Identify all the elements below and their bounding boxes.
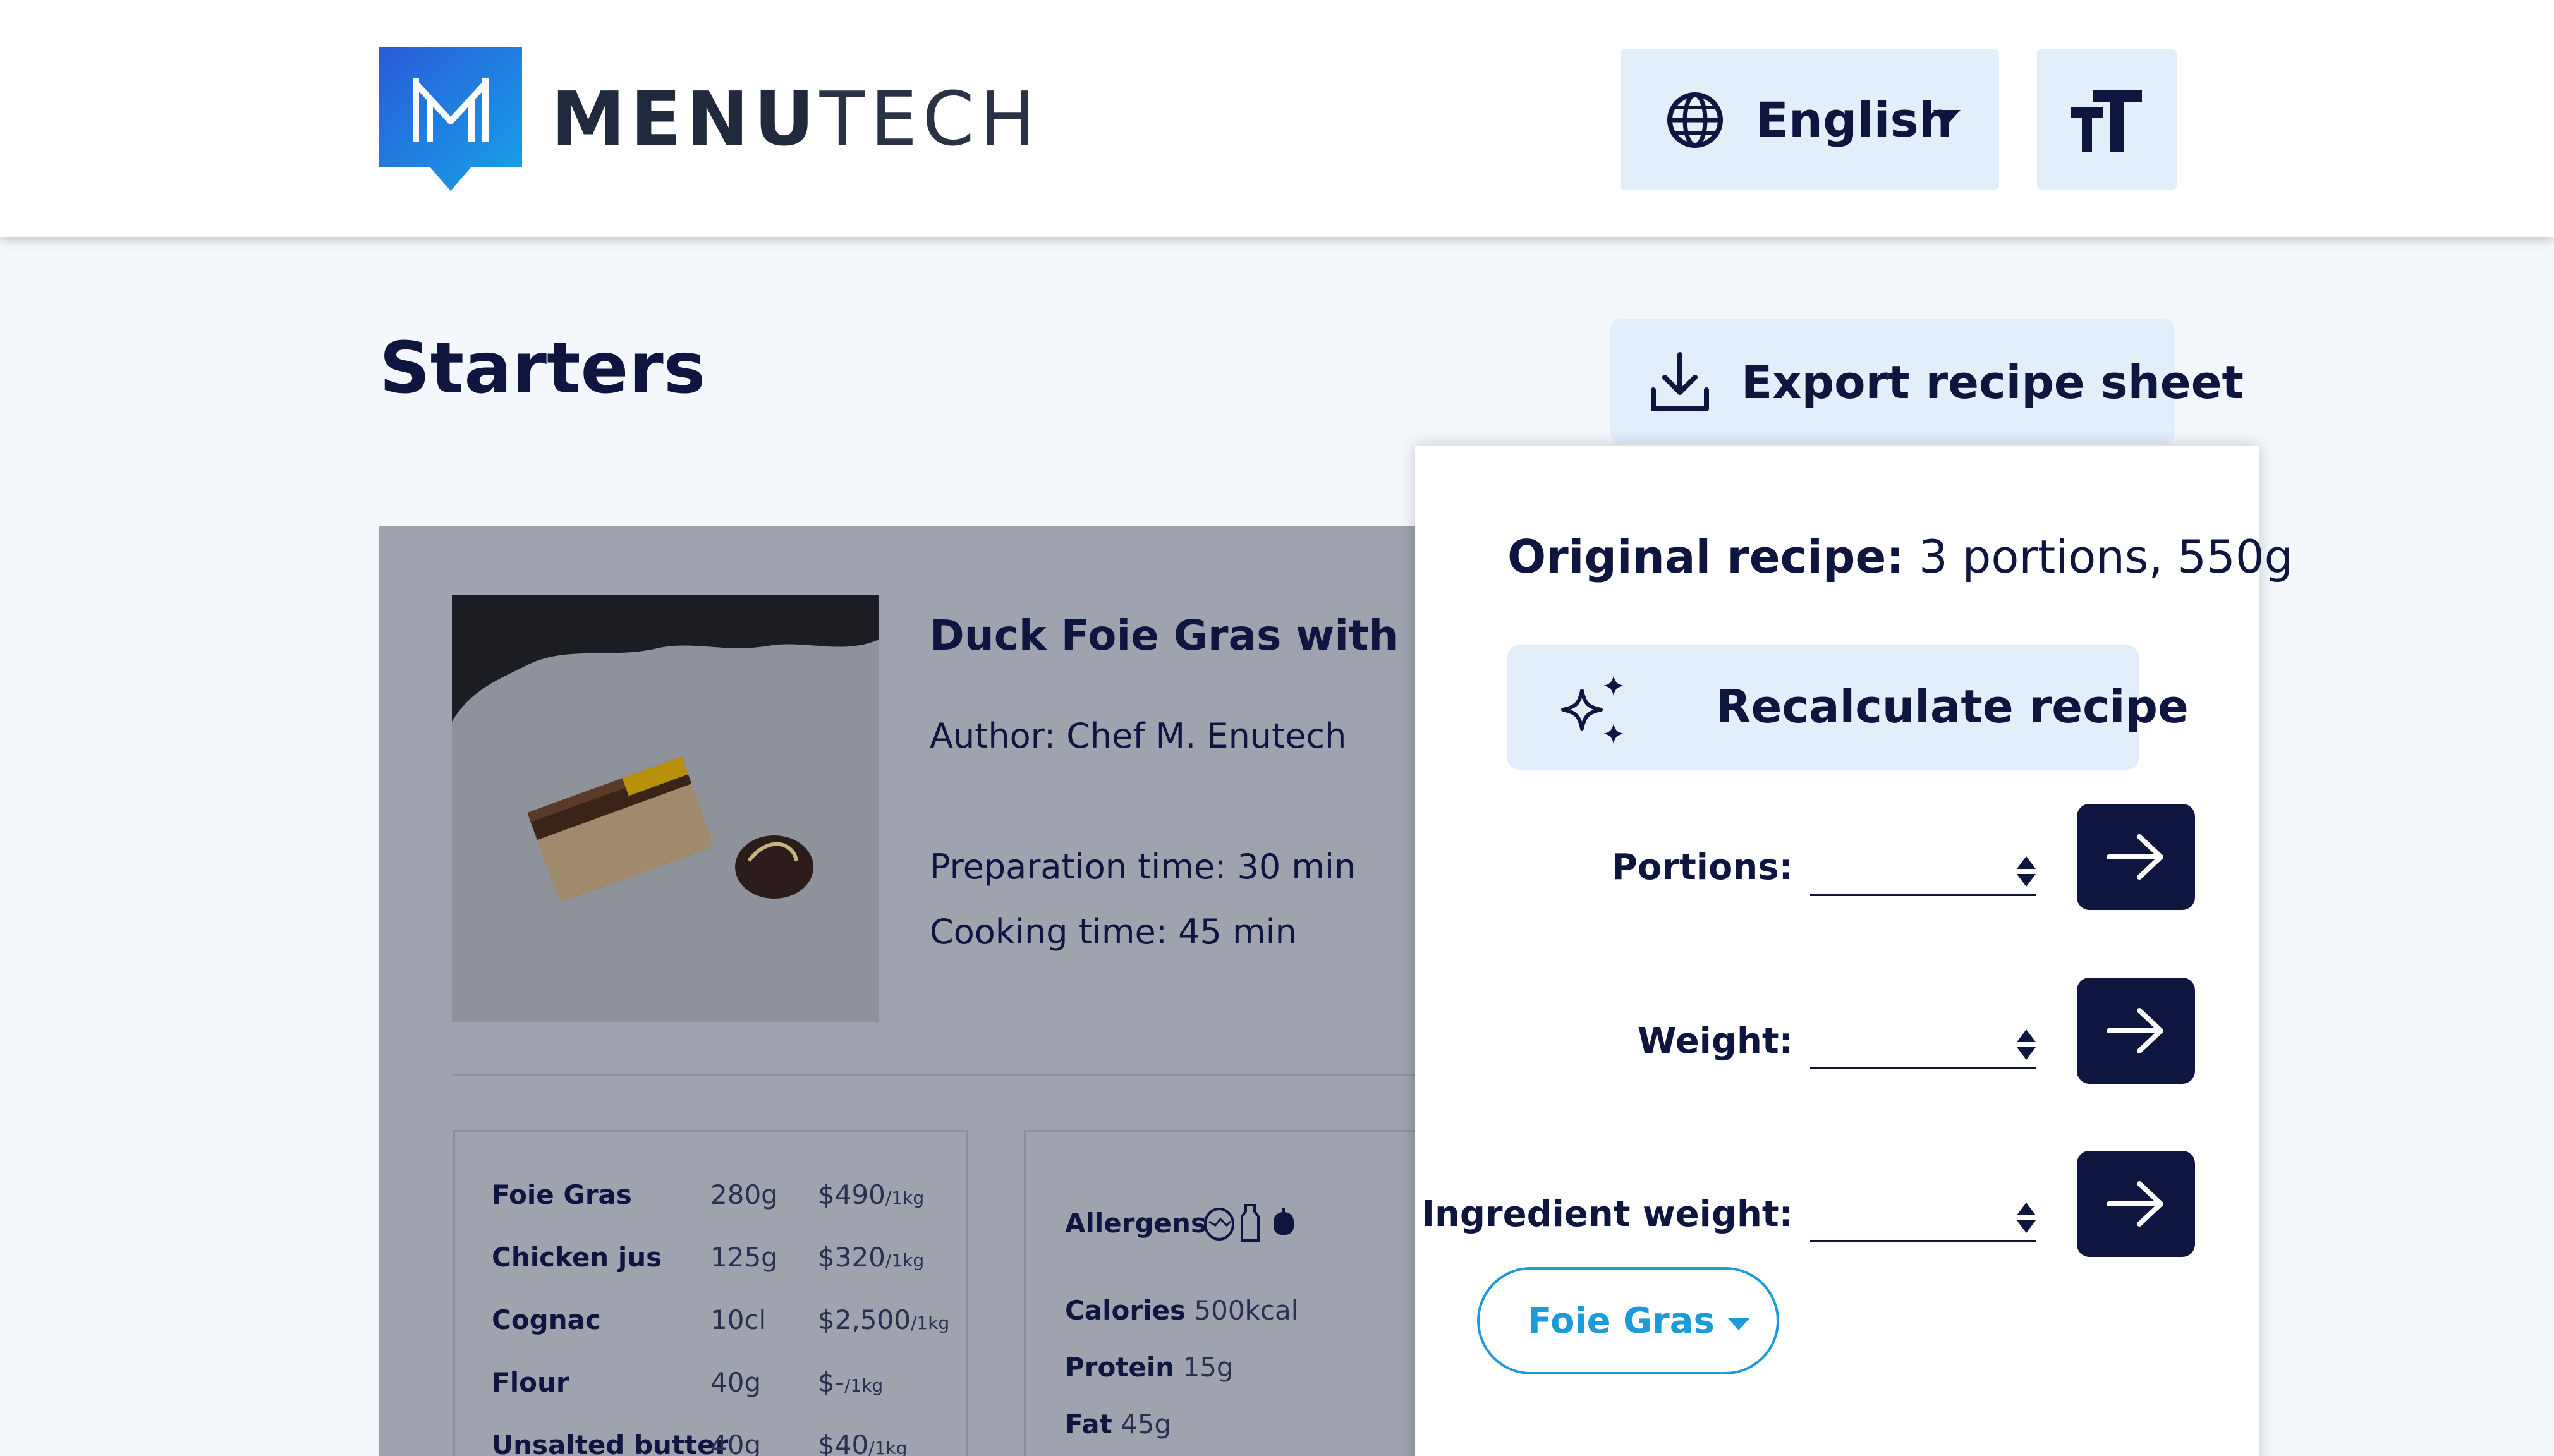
recipe-card: Duck Foie Gras with Dul Author: Chef M. … xyxy=(379,526,1422,1456)
apply-portions-button[interactable] xyxy=(2077,804,2195,910)
text-size-icon xyxy=(2071,90,2142,152)
export-label: Export recipe sheet xyxy=(1741,356,2244,409)
stepper-icon[interactable] xyxy=(2016,1201,2037,1234)
recalculate-panel: Original recipe: 3 portions, 550g Recalc… xyxy=(1415,446,2293,1456)
nutrition-value: 500kcal xyxy=(1194,1295,1299,1326)
preparation-time: Preparation time: 30 min xyxy=(930,847,1356,887)
nutrition-key: Protein xyxy=(1065,1352,1175,1383)
dish-photo xyxy=(452,595,879,1022)
original-recipe-label: Original recipe: xyxy=(1507,530,1905,583)
ingredient-price: $320/1kg xyxy=(818,1239,924,1280)
price-unit: /1kg xyxy=(885,1250,925,1271)
price-unit: /1kg xyxy=(885,1187,925,1208)
nutrition-value: 15g xyxy=(1183,1352,1234,1383)
ingredient-price: $2,500/1kg xyxy=(818,1301,949,1342)
nutrition-key: Fat xyxy=(1065,1409,1112,1440)
ingredient-name: Foie Gras xyxy=(492,1179,632,1210)
ingredient-qty: 280g xyxy=(710,1179,778,1210)
nutrition-row: Calories 500kcal xyxy=(1065,1292,1298,1330)
allergen-icons xyxy=(1204,1204,1294,1242)
ingredient-row: Flour 40g $-/1kg xyxy=(492,1364,972,1402)
arrow-right-icon xyxy=(2107,1181,2163,1227)
nutrition-panel: Allergens Calories 500kcal Protein 15g F… xyxy=(1024,1130,1422,1456)
ingredient-qty: 40g xyxy=(710,1367,762,1398)
price-unit: /1kg xyxy=(910,1313,950,1333)
ingredient-price: $490/1kg xyxy=(818,1176,924,1217)
apply-weight-button[interactable] xyxy=(2077,978,2195,1084)
apply-ingredient-weight-button[interactable] xyxy=(2077,1151,2195,1257)
ingredient-name: Flour xyxy=(492,1367,569,1398)
app-header: MENUTECH English xyxy=(0,0,2554,237)
export-recipe-sheet-button[interactable]: Export recipe sheet xyxy=(1610,319,2244,444)
stepper-icon[interactable] xyxy=(2016,855,2037,888)
cooking-time: Cooking time: 45 min xyxy=(930,912,1297,952)
chevron-down-icon xyxy=(1727,1318,1750,1330)
weight-label: Weight: xyxy=(1637,1021,1793,1062)
portions-input[interactable] xyxy=(1810,808,2036,896)
milk-bottle-icon xyxy=(1241,1204,1260,1242)
ingredient-qty: 40g xyxy=(710,1429,762,1456)
language-label: English xyxy=(1756,92,1953,148)
nutrition-row: Fat 45g xyxy=(1065,1405,1171,1443)
ingredient-weight-label: Ingredient weight: xyxy=(1421,1194,1793,1235)
menutech-logo-icon[interactable] xyxy=(379,47,522,192)
ingredient-row: Foie Gras 280g $490/1kg xyxy=(492,1176,972,1214)
brand-name-light: TECH xyxy=(819,75,1041,162)
original-recipe-value: 3 portions, 550g xyxy=(1904,530,2294,583)
download-icon xyxy=(1651,352,1709,411)
nutrition-row: Protein 15g xyxy=(1065,1349,1234,1386)
original-recipe: Original recipe: 3 portions, 550g xyxy=(1507,525,2293,588)
ingredient-select-label: Foie Gras xyxy=(1528,1301,1715,1342)
globe-icon xyxy=(1667,92,1723,148)
ingredient-row: Chicken jus 125g $320/1kg xyxy=(492,1239,972,1277)
nutrition-key: Calories xyxy=(1065,1295,1186,1326)
portions-label: Portions: xyxy=(1611,847,1793,888)
nutrition-value: 45g xyxy=(1121,1409,1172,1440)
ingredient-price: $40/1kg xyxy=(818,1426,907,1456)
price-unit: /1kg xyxy=(868,1438,908,1456)
card-divider xyxy=(452,1074,1422,1076)
ingredient-row: Cognac 10cl $2,500/1kg xyxy=(492,1301,972,1339)
ingredient-price: $-/1kg xyxy=(818,1364,883,1405)
price-unit: /1kg xyxy=(844,1375,884,1396)
recalculate-label: Recalculate recipe xyxy=(1716,680,2189,733)
ingredient-name: Cognac xyxy=(492,1304,601,1335)
page-title: Starters xyxy=(379,327,706,410)
ingredient-select[interactable]: Foie Gras xyxy=(1477,1267,1779,1374)
sparkles-icon xyxy=(1561,676,1624,744)
price-value: $490 xyxy=(818,1179,885,1210)
chevron-down-icon xyxy=(1933,110,1961,125)
brand-name[interactable]: MENUTECH xyxy=(551,75,1040,163)
price-value: $40 xyxy=(818,1429,869,1456)
ingredients-table: Foie Gras 280g $490/1kg Chicken jus 125g… xyxy=(453,1130,968,1456)
ingredient-row: Unsalted butter 40g $40/1kg xyxy=(492,1426,972,1456)
egg-icon xyxy=(1204,1208,1234,1241)
arrow-right-icon xyxy=(2107,834,2163,880)
brand-name-bold: MENU xyxy=(551,75,820,162)
nut-icon xyxy=(1274,1208,1294,1235)
ingredient-qty: 10cl xyxy=(710,1304,767,1335)
ingredient-weight-input[interactable] xyxy=(1810,1154,2036,1242)
language-selector[interactable]: English xyxy=(1621,49,1999,190)
ingredient-qty: 125g xyxy=(710,1242,778,1273)
arrow-right-icon xyxy=(2107,1008,2163,1053)
ingredient-name: Chicken jus xyxy=(492,1242,662,1273)
ingredient-name: Unsalted butter xyxy=(492,1429,729,1456)
price-value: $320 xyxy=(818,1242,885,1273)
allergens-label: Allergens xyxy=(1065,1208,1207,1239)
weight-input[interactable] xyxy=(1810,981,2036,1069)
text-size-button[interactable] xyxy=(2037,49,2177,190)
price-value: $2,500 xyxy=(818,1304,911,1335)
price-value: $- xyxy=(818,1367,844,1398)
recipe-title[interactable]: Duck Foie Gras with Dul xyxy=(930,607,1422,664)
recalculate-recipe-button[interactable]: Recalculate recipe xyxy=(1507,645,2189,770)
recipe-author-text: Author: Chef M. Enutech xyxy=(930,716,1347,756)
stepper-icon[interactable] xyxy=(2016,1028,2037,1061)
